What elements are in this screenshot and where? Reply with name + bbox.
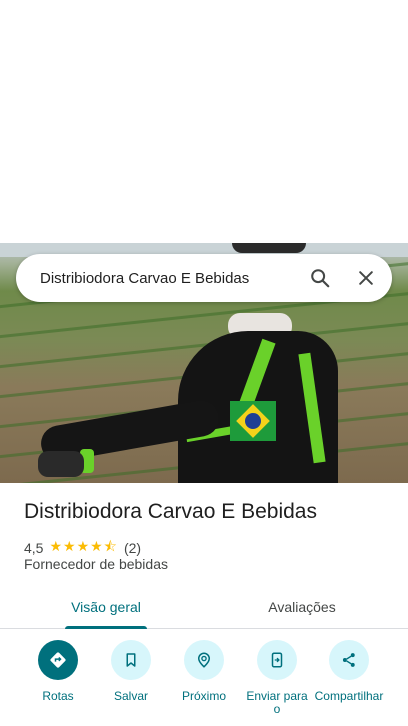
place-tabs: Visão geral Avaliações [0, 586, 408, 629]
directions-label: Rotas [42, 689, 74, 703]
search-input[interactable]: Distribiodora Carvao E Bebidas [40, 270, 300, 287]
action-bar: Rotas Salvar Próximo Enviar para o Compa… [0, 640, 408, 726]
search-icon[interactable] [300, 258, 340, 298]
directions-icon [38, 640, 78, 680]
brazil-flag-patch [230, 401, 276, 441]
nearby-label: Próximo [181, 689, 226, 703]
photo-glove [38, 451, 84, 477]
nearby-icon [184, 640, 224, 680]
place-category[interactable]: Fornecedor de bebidas [24, 556, 168, 572]
nearby-button[interactable]: Próximo [165, 640, 243, 703]
tab-reviews[interactable]: Avaliações [248, 586, 356, 628]
review-count[interactable]: (2) [124, 540, 141, 556]
directions-button[interactable]: Rotas [19, 640, 97, 703]
save-button[interactable]: Salvar [92, 640, 170, 703]
bookmark-icon [111, 640, 151, 680]
rating-value: 4,5 [24, 540, 44, 556]
send-to-phone-icon [257, 640, 297, 680]
share-button[interactable]: Compartilhar [310, 640, 388, 703]
place-title: Distribiodora Carvao E Bebidas [24, 500, 317, 523]
send-to-phone-label: Enviar para o [246, 689, 308, 716]
send-to-phone-button[interactable]: Enviar para o [238, 640, 316, 716]
close-icon[interactable] [346, 258, 386, 298]
share-icon [329, 640, 369, 680]
map-area[interactable] [0, 0, 408, 243]
tab-overview[interactable]: Visão geral [55, 586, 157, 629]
save-label: Salvar [113, 689, 148, 703]
search-bar[interactable]: Distribiodora Carvao E Bebidas [16, 254, 392, 302]
photo-helmet [232, 243, 306, 253]
share-label: Compartilhar [314, 689, 384, 703]
